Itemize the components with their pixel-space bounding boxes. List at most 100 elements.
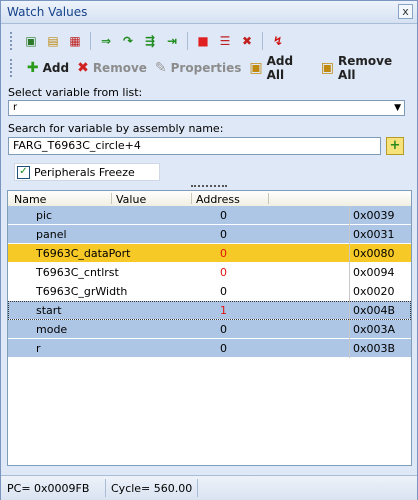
column-header-name[interactable]: Name [14, 193, 46, 206]
add-item-icon[interactable]: ▣ [21, 31, 41, 51]
window-title: Watch Values [7, 5, 88, 19]
remove-label: Remove [92, 61, 147, 75]
add-button[interactable]: ✚ Add [27, 60, 69, 76]
cell-value: 0 [220, 342, 227, 355]
column-divider[interactable] [191, 193, 192, 204]
cell-divider [349, 206, 350, 225]
cell-name: pic [36, 209, 53, 222]
remove-button[interactable]: ✖ Remove [77, 60, 147, 76]
table-row[interactable]: pic 0 0x0039 [8, 206, 411, 225]
reset-icon[interactable]: ↯ [268, 31, 288, 51]
cell-divider [349, 320, 350, 339]
watch-table: Name Value Address pic 0 0x0039 panel 0 0x003… [7, 190, 412, 466]
cell-address: 0x0039 [353, 209, 395, 222]
cell-divider [349, 301, 350, 320]
cell-divider [349, 339, 350, 358]
table-row[interactable]: T6963C_grWidth 0 0x0020 [8, 282, 411, 301]
toolbar-grip[interactable] [10, 32, 16, 50]
select-variable-label: Select variable from list: [8, 86, 143, 99]
step-over-icon[interactable]: ↷ [118, 31, 138, 51]
remove-icon[interactable]: ✖ [237, 31, 257, 51]
cell-value: 0 [220, 323, 227, 336]
add-search-result-button[interactable]: + [386, 137, 404, 155]
search-input[interactable]: FARG_T6963C_circle+4 [8, 137, 381, 155]
copy-icon[interactable]: ▤ [43, 31, 63, 51]
cell-name: r [36, 342, 41, 355]
cell-address: 0x003B [353, 342, 396, 355]
program-counter: PC= 0x0009FB [7, 482, 90, 495]
step-into-icon[interactable]: ⇶ [140, 31, 160, 51]
status-divider [197, 479, 198, 497]
add-all-button[interactable]: ▣ Add All [249, 54, 312, 82]
cell-address: 0x004B [353, 304, 396, 317]
cell-divider [349, 225, 350, 244]
run-to-cursor-icon[interactable]: ⇥ [162, 31, 182, 51]
cell-name: T6963C_dataPort [36, 247, 131, 260]
peripherals-freeze-checkbox[interactable]: ✓ Peripherals Freeze [14, 163, 160, 181]
variable-select-value: r [13, 102, 18, 113]
table-row[interactable]: T6963C_dataPort 0 0x0080 [8, 244, 411, 263]
table-row[interactable]: r 0 0x003B [8, 339, 411, 358]
cycle-count: Cycle= 560.00 [111, 482, 193, 495]
table-header: Name Value Address [8, 191, 411, 207]
cell-name: panel [36, 228, 67, 241]
box-add-icon: ▣ [249, 60, 263, 76]
toolbar-separator [262, 32, 263, 50]
checkbox-checked-icon[interactable]: ✓ [17, 165, 30, 179]
column-header-address[interactable]: Address [196, 193, 240, 206]
top-toolbar: ▣ ▤ ▦ ⇒ ↷ ⇶ ⇥ ■ ☰ ✖ ↯ [7, 28, 411, 54]
remove-all-label: Remove All [338, 54, 393, 82]
add-label: Add [42, 61, 70, 75]
peripherals-freeze-label: Peripherals Freeze [34, 165, 135, 179]
cell-value: 0 [220, 247, 227, 260]
table-row[interactable]: T6963C_cntlrst 0 0x0094 [8, 263, 411, 282]
cell-address: 0x0031 [353, 228, 395, 241]
cell-value: 0 [220, 228, 227, 241]
plus-icon: ✚ [26, 60, 39, 76]
cross-icon: ✖ [77, 60, 89, 76]
status-divider [105, 479, 106, 497]
cell-name: T6963C_cntlrst [36, 266, 119, 279]
box-remove-icon: ▣ [320, 60, 335, 76]
cell-address: 0x003A [353, 323, 396, 336]
table-row[interactable]: mode 0 0x003A [8, 320, 411, 339]
action-toolbar: ✚ Add ✖ Remove ✎ Properties ▣ Add All ▣ … [7, 54, 411, 82]
cell-address: 0x0020 [353, 285, 395, 298]
list-icon[interactable]: ☰ [215, 31, 235, 51]
cell-value: 1 [220, 304, 227, 317]
toolbar-separator [187, 32, 188, 50]
cell-value: 0 [220, 209, 227, 222]
plus-icon: + [389, 138, 401, 153]
properties-button[interactable]: ✎ Properties [155, 60, 241, 76]
toolbar-grip[interactable] [10, 59, 16, 77]
cell-name: mode [36, 323, 68, 336]
cell-name: start [36, 304, 62, 317]
variable-select[interactable]: r ▼ [8, 100, 405, 116]
add-all-label: Add All [266, 54, 294, 82]
column-divider[interactable] [111, 193, 112, 204]
column-divider[interactable] [268, 193, 269, 204]
toolbar-separator [90, 32, 91, 50]
cell-value: 0 [220, 285, 227, 298]
title-bar: Watch Values x [1, 1, 417, 24]
cell-value: 0 [220, 266, 227, 279]
cell-address: 0x0080 [353, 247, 395, 260]
delete-item-icon[interactable]: ▦ [65, 31, 85, 51]
stop-icon[interactable]: ■ [193, 31, 213, 51]
watch-values-window: Watch Values x ▣ ▤ ▦ ⇒ ↷ ⇶ ⇥ ■ ☰ ✖ ↯ ✚ A… [0, 0, 418, 500]
status-bar: PC= 0x0009FB Cycle= 560.00 [1, 475, 417, 500]
table-row[interactable]: start 1 0x004B [8, 301, 411, 320]
column-header-value[interactable]: Value [116, 193, 146, 206]
cell-address: 0x0094 [353, 266, 395, 279]
cell-name: T6963C_grWidth [36, 285, 128, 298]
search-label: Search for variable by assembly name: [8, 122, 224, 135]
table-row[interactable]: panel 0 0x0031 [8, 225, 411, 244]
chevron-down-icon[interactable]: ▼ [394, 101, 401, 115]
properties-icon: ✎ [154, 60, 167, 76]
close-button[interactable]: x [398, 4, 413, 19]
cell-divider [349, 263, 350, 282]
run-icon[interactable]: ⇒ [96, 31, 116, 51]
cell-divider [349, 282, 350, 301]
cell-divider [349, 244, 350, 263]
remove-all-button[interactable]: ▣ Remove All [321, 54, 411, 82]
